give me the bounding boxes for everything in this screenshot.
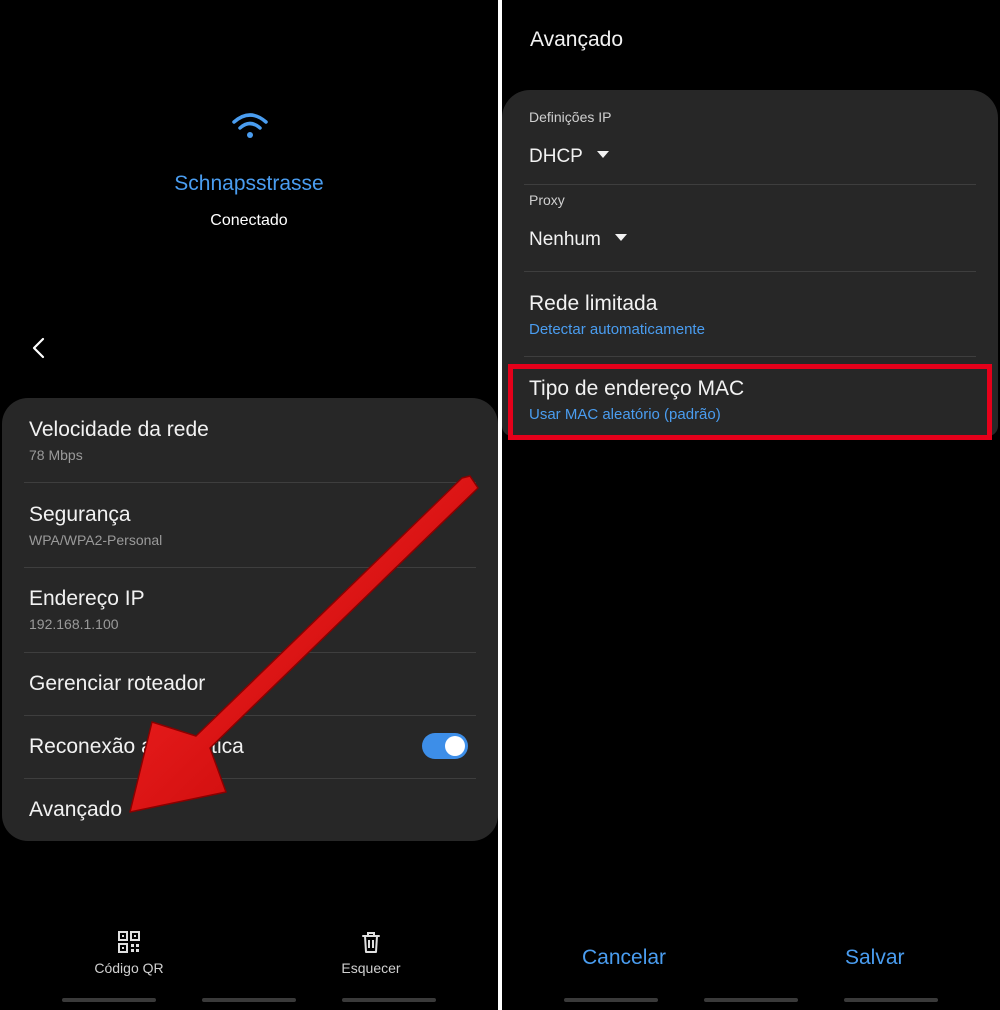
nav-indicator [844,998,938,1002]
security-value: WPA/WPA2-Personal [29,532,163,548]
manage-router-label: Gerenciar roteador [29,672,206,695]
nav-indicator [704,998,798,1002]
wifi-icon [232,113,268,138]
forget-button[interactable]: Esquecer [328,930,414,976]
ip-settings-value: DHCP [529,146,583,167]
list-item-manage-router[interactable]: Gerenciar roteador [2,653,498,715]
nav-indicator [202,998,296,1002]
qr-code-label: Código QR [94,960,164,976]
qr-code-icon [118,931,140,953]
security-title: Segurança [29,503,131,526]
proxy-label: Proxy [529,192,565,208]
list-item-advanced[interactable]: Avançado [2,779,498,839]
nav-indicator [62,998,156,1002]
list-item-security[interactable]: Segurança WPA/WPA2-Personal [2,483,498,567]
metered-network-value: Detectar automaticamente [529,321,705,338]
connection-status: Conectado [210,212,288,229]
network-speed-value: 78 Mbps [29,447,83,463]
proxy-dropdown[interactable]: Nenhum [529,229,627,251]
list-item-network-speed[interactable]: Velocidade da rede 78 Mbps [2,398,498,482]
divider [524,184,976,185]
page-title: Avançado [530,28,624,51]
save-button[interactable]: Salvar [845,946,905,970]
metered-network-title: Rede limitada [529,292,658,315]
list-item-metered-network[interactable]: Rede limitada Detectar automaticamente [502,272,998,356]
list-item-auto-reconnect[interactable]: Reconexão automática [2,716,498,778]
qr-code-button[interactable]: Código QR [84,930,174,976]
network-details-card: Velocidade da rede 78 Mbps Segurança WPA… [2,398,498,841]
advanced-label: Avançado [29,798,123,821]
forget-label: Esquecer [341,960,401,976]
chevron-left-icon[interactable] [28,336,50,360]
list-item-ip-address[interactable]: Endereço IP 192.168.1.100 [2,568,498,652]
dropdown-caret-icon [614,234,627,242]
trash-icon [362,932,380,953]
ip-address-title: Endereço IP [29,587,145,610]
auto-reconnect-label: Reconexão automática [29,735,244,758]
annotation-highlight-box [508,364,992,440]
ip-address-value: 192.168.1.100 [29,616,119,632]
ip-settings-label: Definições IP [529,109,612,125]
auto-reconnect-toggle[interactable] [422,733,468,759]
network-ssid: Schnapsstrasse [174,172,324,195]
ip-settings-dropdown[interactable]: DHCP [529,146,609,168]
nav-indicator [564,998,658,1002]
proxy-value: Nenhum [529,229,601,250]
cancel-button[interactable]: Cancelar [582,946,666,970]
dropdown-caret-icon [596,151,609,159]
nav-indicator [342,998,436,1002]
network-speed-title: Velocidade da rede [29,418,209,441]
toggle-knob [445,736,465,756]
